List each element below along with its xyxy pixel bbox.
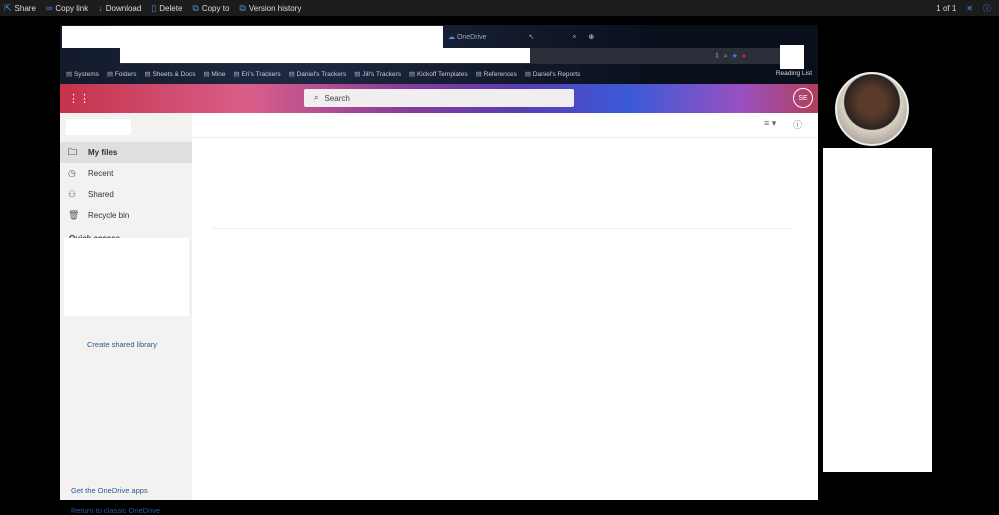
search-input[interactable]: ⌕ Search <box>304 89 574 107</box>
history-icon: ⧉ <box>239 2 246 13</box>
info-icon[interactable]: ⓘ <box>983 3 991 14</box>
bookmark[interactable]: References <box>476 70 517 78</box>
search-icon: ⌕ <box>314 93 319 102</box>
browser-chrome: ☁ OneDrive ↖ × ⊕ ⇩ ⌕ ★ ● SystemsFoldersS… <box>60 25 818 84</box>
nav-recycle-bin[interactable]: 🗑 Recycle bin <box>60 205 192 226</box>
redacted-url <box>120 48 530 63</box>
view-options-icon[interactable]: ≡ ▾ <box>764 118 776 129</box>
app-launcher-icon[interactable]: ⋮⋮ <box>68 92 90 105</box>
info-icon[interactable]: ⓘ <box>793 118 802 131</box>
redacted-block <box>780 45 804 69</box>
browser-tab[interactable]: ☁ OneDrive ↖ × ⊕ <box>448 33 594 41</box>
redacted-block <box>66 119 131 135</box>
viewer-toolbar: ⇱ Share ∞ Copy link ↓ Download ▯ Delete ⧉ Cop… <box>0 0 999 16</box>
people-icon: ⚇ <box>68 189 77 199</box>
share-icon: ⇱ <box>4 2 12 13</box>
bookmark[interactable]: Daniel's Reports <box>525 70 580 78</box>
version-history-button[interactable]: ⧉ Version history <box>239 3 301 14</box>
browser-action-icons[interactable]: ⇩ ⌕ ★ ● <box>714 52 746 61</box>
delete-button[interactable]: ▯ Delete <box>151 3 182 14</box>
avatar[interactable]: SE <box>793 88 813 108</box>
return-classic-link[interactable]: Return to classic OneDrive <box>71 506 160 515</box>
bookmark[interactable]: Mine <box>203 70 225 78</box>
download-icon: ↓ <box>98 3 103 13</box>
bookmark[interactable]: Kickoff Templates <box>409 70 468 78</box>
command-bar: ≡ ▾ ⓘ <box>192 113 818 138</box>
trash-icon: ▯ <box>151 2 157 13</box>
page-counter: 1 of 1 <box>936 3 957 13</box>
get-apps-link[interactable]: Get the OneDrive apps <box>71 486 148 495</box>
sidebar: 🗀My files ◷Recent ⚇Shared 🗑Recycle bin Q… <box>60 113 192 515</box>
bookmark[interactable]: Eri's Trackers <box>234 70 280 78</box>
bookmark[interactable]: Systems <box>66 70 99 78</box>
copy-icon: ⧉ <box>192 2 199 13</box>
create-shared-library-link[interactable]: Create shared library <box>87 340 157 349</box>
clock-icon: ◷ <box>68 168 76 178</box>
bookmark[interactable]: Daniel's Trackers <box>289 70 347 78</box>
participant-video <box>835 72 909 146</box>
nav-shared[interactable]: ⚇ Shared <box>60 184 192 205</box>
cursor-icon: ↖ <box>528 34 535 41</box>
folder-icon: 🗀 <box>68 146 78 157</box>
onedrive-header: ⋮⋮ ⌕ Search SE <box>60 84 818 113</box>
divider <box>212 228 792 229</box>
screen-share: ☁ OneDrive ↖ × ⊕ ⇩ ⌕ ★ ● SystemsFoldersS… <box>60 25 818 515</box>
bookmark[interactable]: Folders <box>107 70 137 78</box>
bookmark[interactable]: Sheets & Docs <box>145 70 195 78</box>
nav-recent[interactable]: ◷ Recent <box>60 163 192 184</box>
copy-to-button[interactable]: ⧉ Copy to <box>192 3 229 14</box>
nav-my-files[interactable]: 🗀 My files <box>60 142 192 163</box>
bookmark[interactable]: Jill's Trackers <box>354 70 401 78</box>
redacted-block <box>62 26 443 48</box>
redacted-panel <box>823 148 932 472</box>
new-tab-icon[interactable]: ⊕ <box>588 34 594 41</box>
tab-close-icon[interactable]: × <box>572 34 576 41</box>
download-button[interactable]: ↓ Download <box>98 3 141 13</box>
close-icon[interactable]: ✕ <box>966 4 973 13</box>
trash-icon: 🗑 <box>68 210 80 220</box>
share-button[interactable]: ⇱ Share <box>4 3 36 14</box>
bookmarks-bar: Systems Folders Sheets & Docs Mine Eri's Tra… <box>66 70 580 78</box>
link-icon: ∞ <box>45 3 53 13</box>
copy-link-button[interactable]: ∞ Copy link <box>46 3 88 13</box>
reading-list[interactable]: Reading List <box>776 70 812 77</box>
redacted-block <box>64 238 189 316</box>
